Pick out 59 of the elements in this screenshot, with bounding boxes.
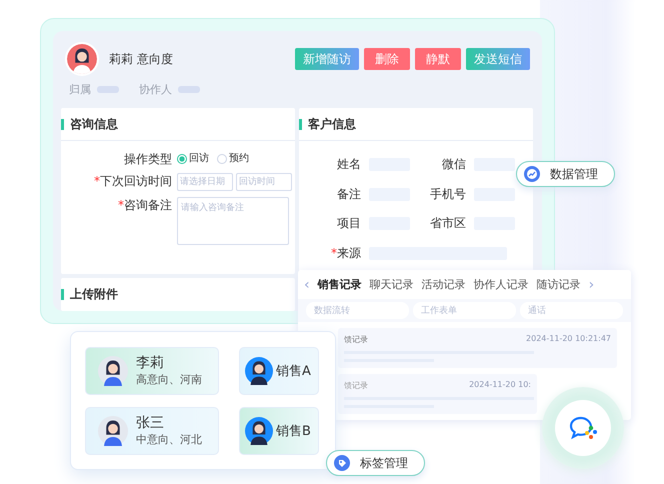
field-label: 手机号	[430, 186, 466, 201]
value-placeholder-bar	[178, 86, 200, 93]
record-item[interactable]: 馈记录 2024-11-20 10:21:47	[338, 328, 617, 368]
badge-button[interactable]: 数据管理	[516, 161, 615, 187]
field-label: 项目	[337, 216, 361, 230]
field-label: 协作人	[139, 82, 172, 97]
option-label: 回访	[189, 152, 209, 166]
input-field[interactable]: 回访时间	[236, 173, 292, 191]
field-label: 微信	[442, 157, 466, 172]
trend-icon	[523, 165, 541, 183]
panel-title: 客户信息	[308, 116, 356, 132]
person-name: 张三	[136, 414, 165, 432]
radio-button[interactable]	[217, 154, 227, 164]
field-label: 备注	[337, 186, 361, 201]
input-field[interactable]	[474, 158, 515, 172]
tab[interactable]: 销售记录	[318, 277, 362, 292]
person-card[interactable]: 销售B	[239, 406, 319, 454]
chat-bubble-icon	[569, 416, 597, 440]
person-card[interactable]: 李莉 高意向、河南	[85, 346, 219, 394]
panel-title: 上传附件	[70, 286, 118, 302]
field-label: 姓名	[337, 157, 361, 172]
field-label: 下次回访时间	[100, 174, 172, 188]
person-info: 中意向、河北	[136, 432, 202, 447]
radio-button[interactable]	[177, 154, 187, 164]
person-card[interactable]: 销售A	[239, 346, 319, 394]
field-label: 咨询备注	[124, 198, 172, 212]
avatar-icon	[245, 356, 273, 384]
required-mark: *	[118, 198, 124, 212]
value-placeholder-bar	[97, 86, 119, 93]
text-area[interactable]: 请输入咨询备注	[177, 197, 289, 245]
record-time: 2024-11-20 10:21:47	[526, 334, 611, 345]
record-time: 2024-11-20 10:	[469, 380, 531, 391]
tab[interactable]: 活动记录	[422, 277, 466, 292]
panel-title: 咨询信息	[70, 116, 118, 132]
tab[interactable]: 随访记录	[536, 277, 581, 292]
avatar-icon	[98, 416, 128, 446]
record-title: 馈记录	[344, 380, 368, 391]
avatar-icon	[245, 416, 273, 444]
required-mark: *	[331, 246, 337, 260]
tab[interactable]: 聊天记录	[370, 277, 414, 292]
field-label: 省市区	[430, 216, 466, 230]
option-label: 预约	[229, 152, 249, 166]
person-name: 李莉	[136, 354, 165, 372]
avatar-icon	[65, 42, 99, 76]
contact-name: 莉莉 意向度	[109, 50, 173, 68]
field-label: 来源	[337, 246, 361, 260]
field-label: 归属	[69, 82, 91, 97]
avatar-icon	[98, 356, 128, 386]
required-mark: *	[94, 174, 100, 188]
person-name: 销售A	[276, 362, 311, 380]
badge-button[interactable]: 标签管理	[326, 450, 425, 476]
person-name: 销售B	[276, 422, 311, 440]
person-info: 高意向、河南	[136, 372, 202, 387]
record-title: 馈记录	[344, 334, 368, 345]
tag-icon	[333, 454, 351, 472]
field-label: 操作类型	[124, 152, 172, 166]
tab[interactable]: 协作人记录	[474, 277, 529, 292]
person-card[interactable]: 张三 中意向、河北	[85, 406, 219, 454]
input-field[interactable]: 请选择日期	[177, 173, 233, 191]
